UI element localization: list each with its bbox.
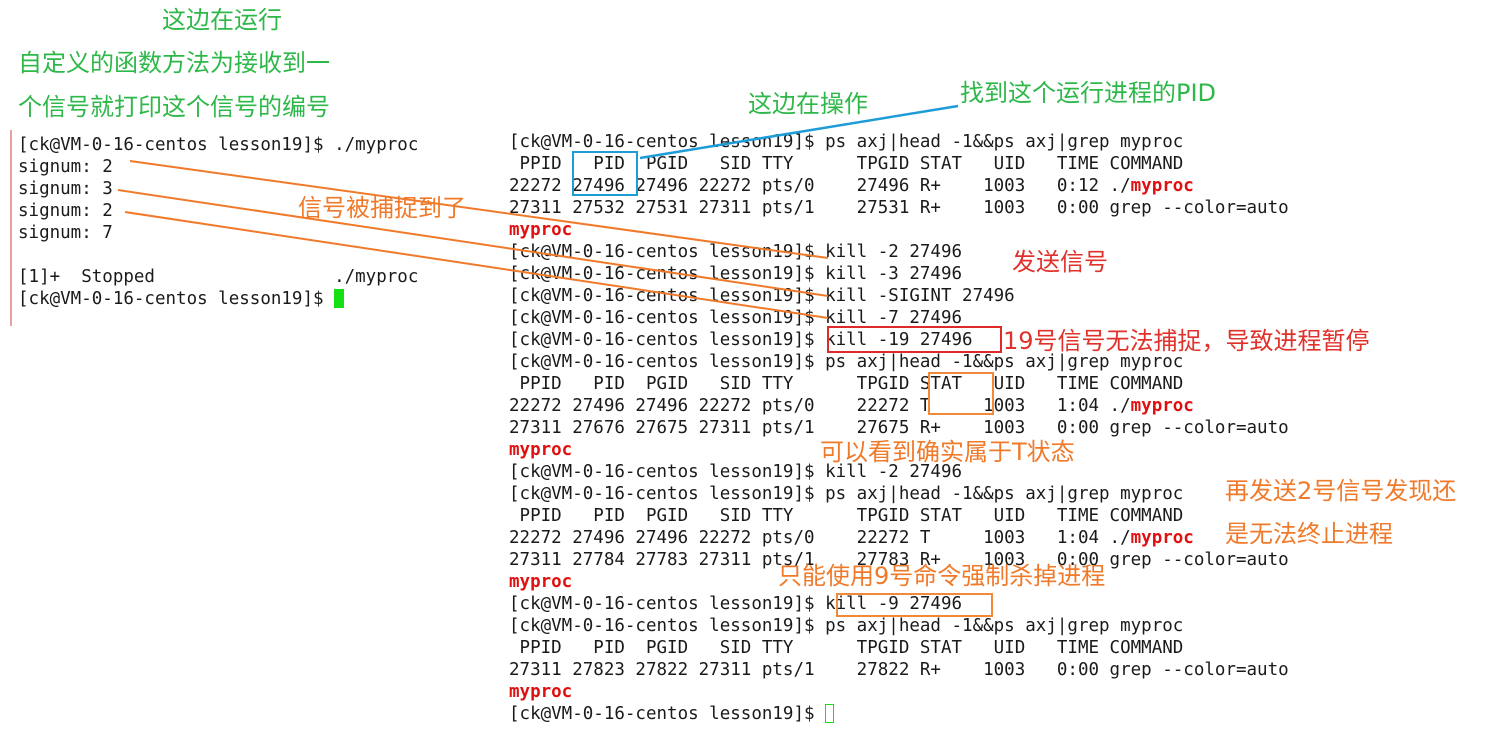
note-kill9: 只能使用9号命令强制杀掉进程 [778, 562, 1106, 590]
note-find-pid: 找到这个运行进程的PID [960, 79, 1217, 107]
note-resend-line2: 是无法终止进程 [1225, 520, 1393, 548]
note-handler-line1: 自定义的函数方法为接收到一 [18, 49, 330, 77]
note-resend-line1: 再发送2号信号发现还 [1225, 477, 1457, 505]
signum2b-connector-line [124, 211, 829, 319]
note-handler-line2: 个信号就打印这个信号的编号 [18, 93, 330, 121]
note-sig19: 19号信号无法捕捉，导致进程暂停 [1003, 327, 1370, 355]
note-t-state: 可以看到确实属于T状态 [820, 438, 1075, 466]
note-right-operating: 这边在操作 [748, 90, 868, 118]
note-left-running: 这边在运行 [162, 6, 282, 34]
note-send-signal: 发送信号 [1012, 248, 1108, 276]
note-caught: 信号被捕捉到了 [298, 194, 466, 222]
